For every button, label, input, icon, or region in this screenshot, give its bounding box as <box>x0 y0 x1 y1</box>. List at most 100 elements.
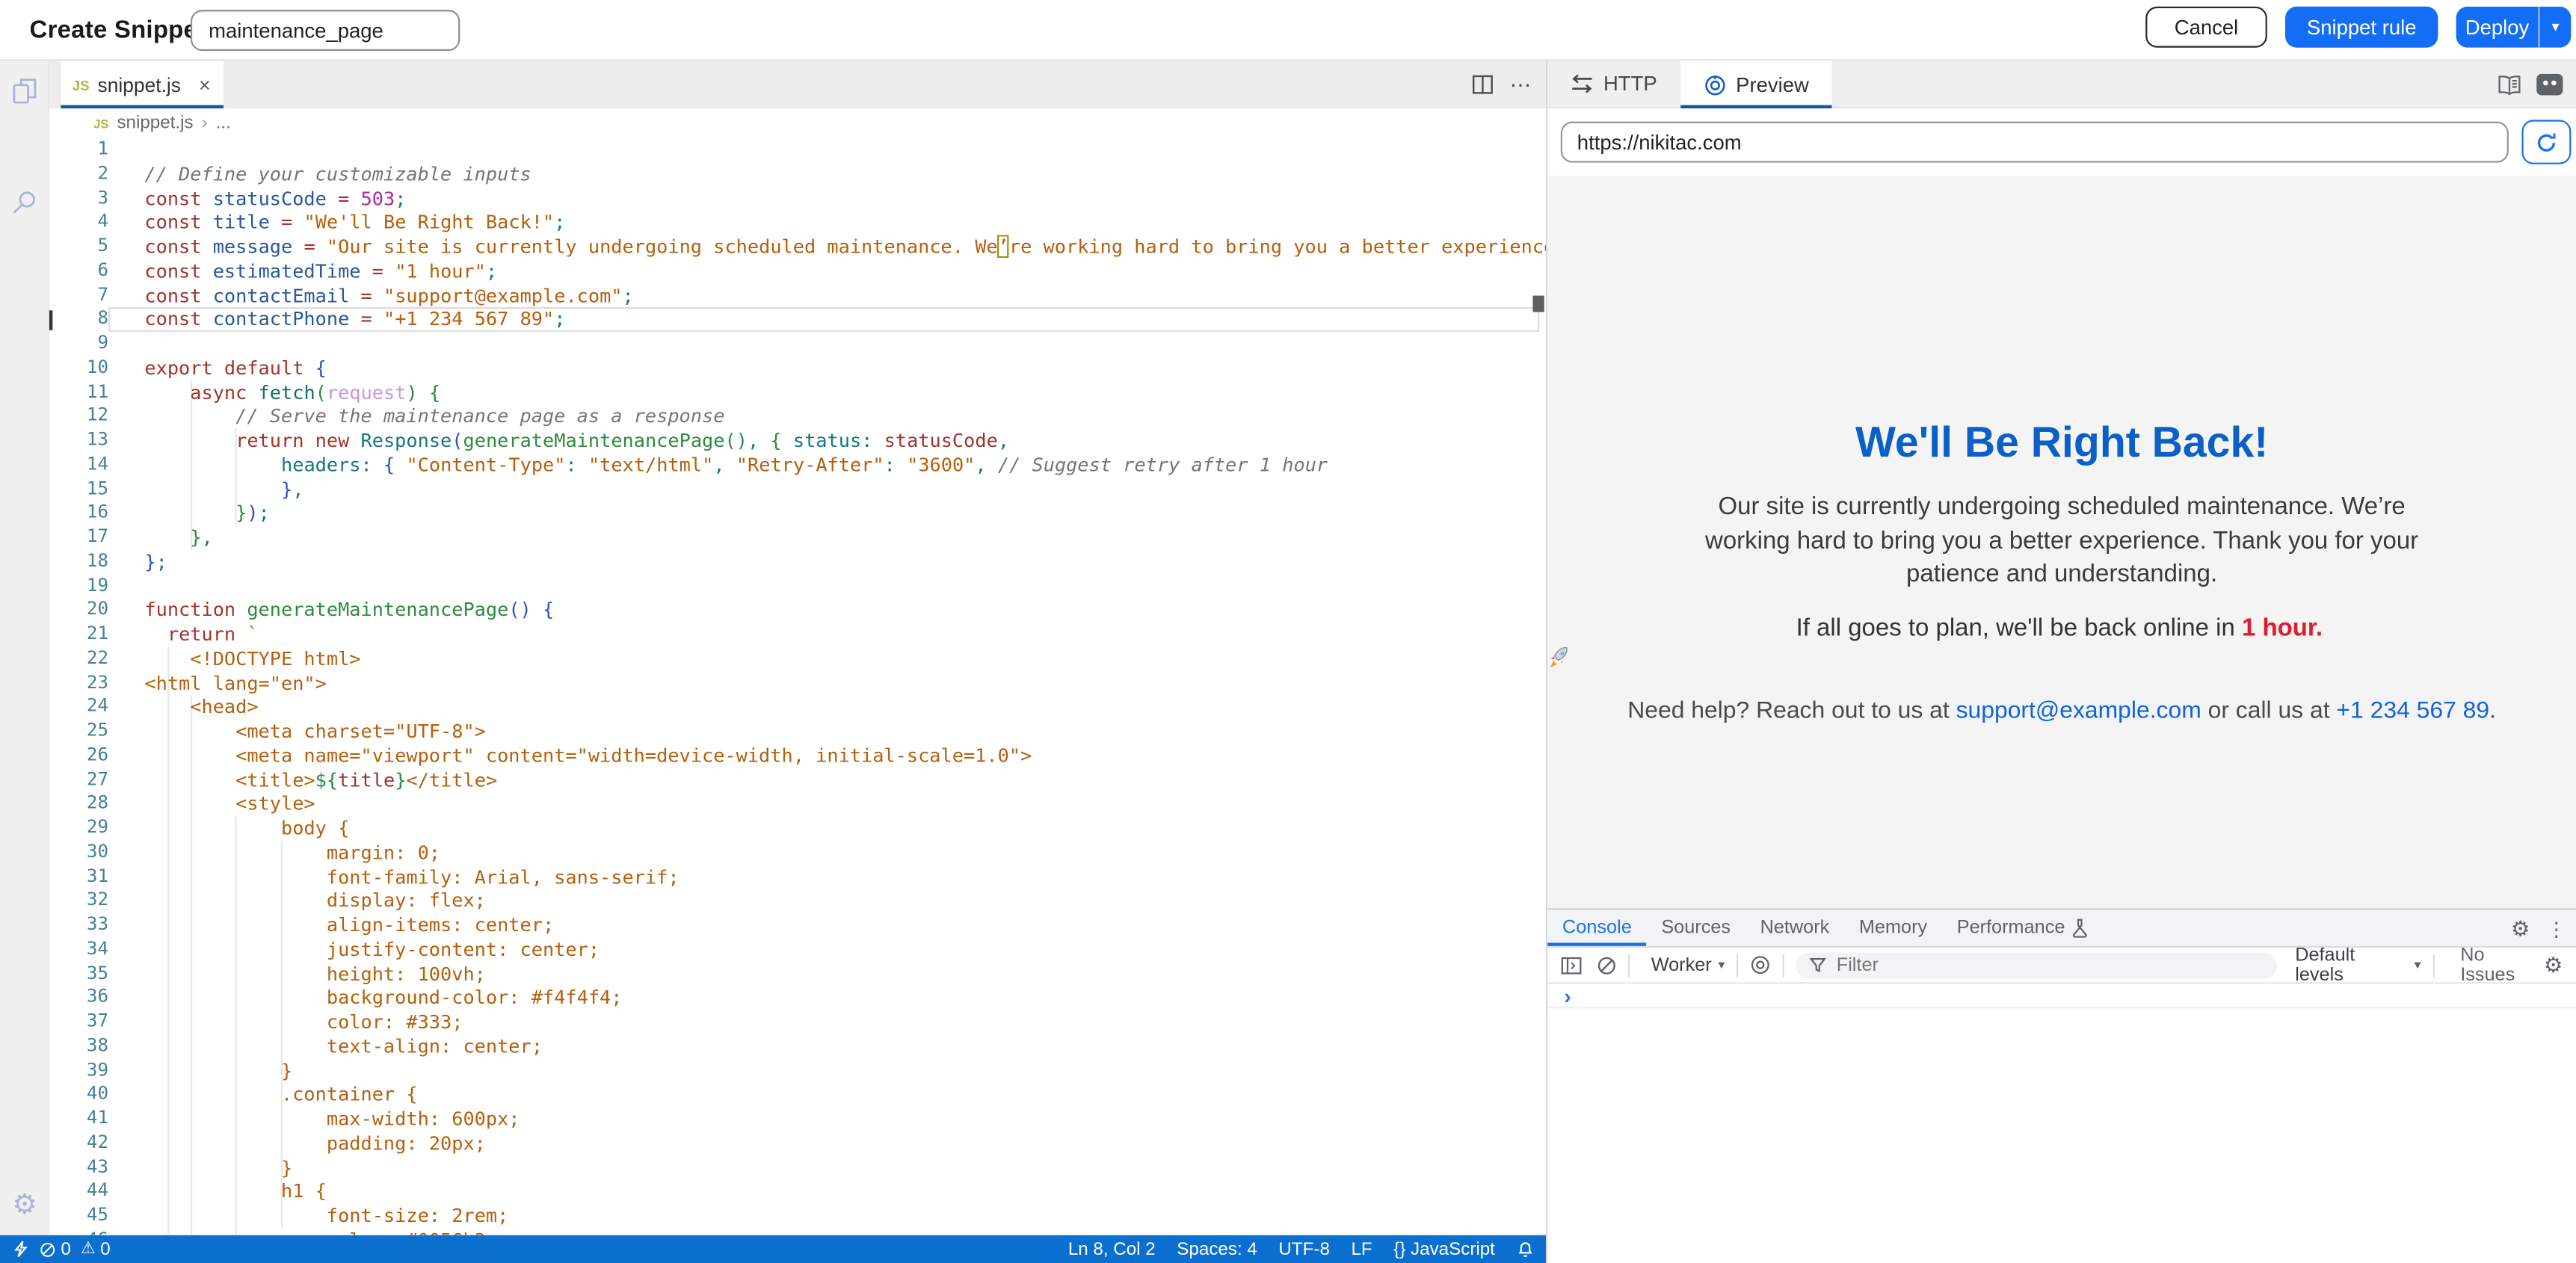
more-actions-icon[interactable]: ⋯ <box>1510 72 1533 98</box>
tab-preview[interactable]: Preview <box>1680 61 1831 108</box>
error-count[interactable]: 0 <box>40 1239 71 1259</box>
tab-console[interactable]: Console <box>1547 910 1646 946</box>
page-title: Create Snippet <box>30 16 206 43</box>
editor-tabstrip: JS snippet.js × ⋯ <box>49 61 1546 108</box>
line-number: 30 <box>49 841 108 865</box>
line-number: 15 <box>49 477 108 501</box>
code-line: } <box>144 1155 1546 1179</box>
maintenance-eta: If all goes to plan, we'll be back onlin… <box>1547 614 2576 670</box>
code-line: function generateMaintenancePage() { <box>144 599 1546 623</box>
eta-highlight: 1 hour. <box>2242 614 2323 641</box>
search-icon[interactable] <box>0 189 49 215</box>
console-toolbar: Worker ▾ <box>1547 948 2576 983</box>
code-line: background-color: #f4f4f4; <box>144 986 1546 1010</box>
line-number: 9 <box>49 332 108 356</box>
tab-http[interactable]: HTTP <box>1547 61 1680 107</box>
code-line: const title = "We'll Be Right Back!"; <box>144 211 1546 235</box>
braces-icon: {} <box>1393 1239 1405 1259</box>
code-line <box>144 332 1546 356</box>
files-icon[interactable] <box>0 77 49 105</box>
close-tab-icon[interactable]: × <box>199 75 210 94</box>
settings-gear-icon[interactable]: ⚙ <box>0 1191 49 1218</box>
line-number: 39 <box>49 1058 108 1082</box>
code-line: <head> <box>144 695 1546 719</box>
discord-icon[interactable] <box>2536 74 2563 96</box>
filter-input[interactable] <box>1837 955 2198 975</box>
split-editor-icon[interactable] <box>1472 74 1494 96</box>
issues-counter[interactable]: No Issues <box>2460 945 2544 985</box>
tab-sources[interactable]: Sources <box>1647 910 1745 946</box>
context-selector[interactable]: Worker ▾ <box>1651 955 1725 975</box>
snippet-name-input[interactable] <box>191 10 460 51</box>
remote-indicator-icon[interactable] <box>11 1240 29 1258</box>
console-output[interactable]: › <box>1547 983 2576 1263</box>
flask-icon <box>2071 918 2088 938</box>
code-line: const message = "Our site is currently u… <box>144 235 1546 259</box>
breadcrumb-file[interactable]: snippet.js <box>117 114 193 133</box>
line-number: 11 <box>49 380 108 404</box>
devtools-settings-icon[interactable]: ⚙ <box>2511 915 2530 942</box>
text-cursor <box>49 310 52 330</box>
console-settings-icon[interactable]: ⚙ <box>2544 952 2563 978</box>
snippet-rule-button[interactable]: Snippet rule <box>2285 7 2438 48</box>
scrollbar-cursor-mark[interactable] <box>1532 296 1544 312</box>
line-number: 46 <box>49 1228 108 1235</box>
eol-setting[interactable]: LF <box>1351 1239 1372 1259</box>
header-actions: Cancel Snippet rule Deploy ▾ <box>2145 7 2571 48</box>
url-input[interactable] <box>1561 122 2509 163</box>
line-number: 31 <box>49 865 108 889</box>
chevron-down-icon: ▾ <box>1718 957 1725 972</box>
code-editor[interactable]: 1234567891011121314151617181920212223242… <box>49 138 1546 1235</box>
deploy-dropdown-button[interactable]: ▾ <box>2538 7 2571 48</box>
devtools-menu-icon[interactable]: ⋮ <box>2546 917 2566 940</box>
encoding-setting[interactable]: UTF-8 <box>1278 1239 1330 1259</box>
line-number: 33 <box>49 913 108 937</box>
notifications-bell-icon[interactable] <box>1516 1240 1534 1258</box>
line-number: 2 <box>49 162 108 186</box>
console-sidebar-toggle-icon[interactable] <box>1561 955 1583 975</box>
console-prompt[interactable]: › <box>1547 983 2576 1008</box>
breadcrumb-more[interactable]: ... <box>216 114 231 133</box>
code-line: }, <box>144 477 1546 501</box>
line-number: 36 <box>49 986 108 1010</box>
code-line: }; <box>144 550 1546 574</box>
refresh-button[interactable] <box>2521 120 2571 164</box>
line-number: 27 <box>49 768 108 791</box>
code-line: <html lang="en"> <box>144 671 1546 695</box>
log-levels-selector[interactable]: Default levels ▾ <box>2295 945 2421 985</box>
phone-link[interactable]: +1 234 567 89 <box>2336 697 2489 723</box>
line-number: 23 <box>49 671 108 695</box>
warning-count[interactable]: ⚠ 0 <box>81 1239 111 1259</box>
line-number: 24 <box>49 695 108 719</box>
code-line: height: 100vh; <box>144 962 1546 986</box>
code-line: const contactPhone = "+1 234 567 89"; <box>144 308 1546 332</box>
preview-viewport: We'll Be Right Back! Our site is current… <box>1547 176 2576 908</box>
cursor-position[interactable]: Ln 8, Col 2 <box>1068 1239 1156 1259</box>
code-line: body { <box>144 816 1546 840</box>
status-bar: 0 ⚠ 0 Ln 8, Col 2 Spaces: 4 UTF-8 LF {} … <box>0 1235 1546 1263</box>
tab-memory[interactable]: Memory <box>1844 910 1942 946</box>
cancel-button[interactable]: Cancel <box>2145 7 2267 48</box>
code-line: color: #333; <box>144 1010 1546 1034</box>
tab-snippet-js[interactable]: JS snippet.js × <box>61 61 224 108</box>
support-email-link[interactable]: support@example.com <box>1956 697 2201 723</box>
language-mode[interactable]: {} JavaScript <box>1393 1239 1495 1259</box>
live-expression-eye-icon[interactable] <box>1749 954 1771 976</box>
code-line: return new Response(generateMaintenanceP… <box>144 429 1546 453</box>
docs-book-icon[interactable] <box>2498 73 2522 96</box>
deploy-button[interactable]: Deploy <box>2456 7 2539 48</box>
tab-network[interactable]: Network <box>1745 910 1844 946</box>
line-number: 10 <box>49 356 108 380</box>
maintenance-message: Our site is currently undergoing schedul… <box>1674 491 2449 592</box>
code-line: headers: { "Content-Type": "text/html", … <box>144 453 1546 477</box>
clear-console-icon[interactable] <box>1597 955 1616 975</box>
indentation-setting[interactable]: Spaces: 4 <box>1177 1239 1257 1259</box>
editor-pane: ⚙ JS snippet.js × ⋯ <box>0 61 1546 1263</box>
line-number: 32 <box>49 889 108 913</box>
tab-performance[interactable]: Performance <box>1942 910 2103 946</box>
line-number: 21 <box>49 623 108 646</box>
code-line: <!DOCTYPE html> <box>144 646 1546 670</box>
line-number: 4 <box>49 211 108 235</box>
maintenance-heading: We'll Be Right Back! <box>1547 419 2576 465</box>
code-line <box>144 574 1546 598</box>
